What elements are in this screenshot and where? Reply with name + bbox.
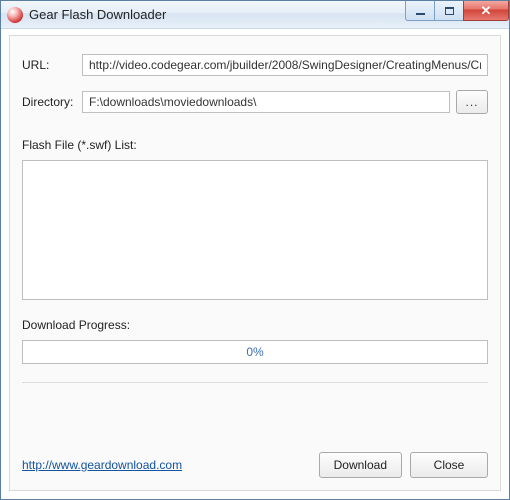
minimize-icon	[416, 13, 425, 15]
window-title: Gear Flash Downloader	[29, 7, 166, 22]
url-input[interactable]	[82, 54, 488, 76]
footer: http://www.geardownload.com Download Clo…	[22, 452, 488, 478]
url-row: URL:	[22, 54, 488, 76]
website-link[interactable]: http://www.geardownload.com	[22, 458, 182, 472]
app-icon	[7, 7, 23, 23]
directory-label: Directory:	[22, 95, 82, 109]
minimize-button[interactable]	[405, 1, 435, 21]
window-controls: ✕	[406, 1, 509, 21]
close-button[interactable]: Close	[410, 452, 488, 478]
file-list[interactable]	[22, 160, 488, 300]
window-close-button[interactable]: ✕	[463, 1, 509, 21]
download-button[interactable]: Download	[319, 452, 402, 478]
separator	[22, 382, 488, 383]
footer-buttons: Download Close	[319, 452, 488, 478]
url-label: URL:	[22, 58, 82, 72]
app-window: Gear Flash Downloader ✕ URL: Directory: …	[0, 0, 510, 500]
browse-button[interactable]: ...	[456, 90, 488, 114]
maximize-button[interactable]	[434, 1, 464, 21]
progress-bar: 0%	[22, 340, 488, 364]
close-icon: ✕	[481, 3, 492, 19]
directory-input[interactable]	[82, 91, 450, 113]
progress-text: 0%	[246, 345, 263, 359]
titlebar[interactable]: Gear Flash Downloader ✕	[1, 1, 509, 29]
main-panel: URL: Directory: ... Flash File (*.swf) L…	[9, 35, 501, 491]
maximize-icon	[445, 7, 454, 15]
progress-section: Download Progress: 0%	[22, 318, 488, 364]
progress-label: Download Progress:	[22, 318, 488, 332]
file-list-label: Flash File (*.swf) List:	[22, 138, 488, 152]
directory-row: Directory: ...	[22, 90, 488, 114]
client-area: URL: Directory: ... Flash File (*.swf) L…	[1, 29, 509, 499]
